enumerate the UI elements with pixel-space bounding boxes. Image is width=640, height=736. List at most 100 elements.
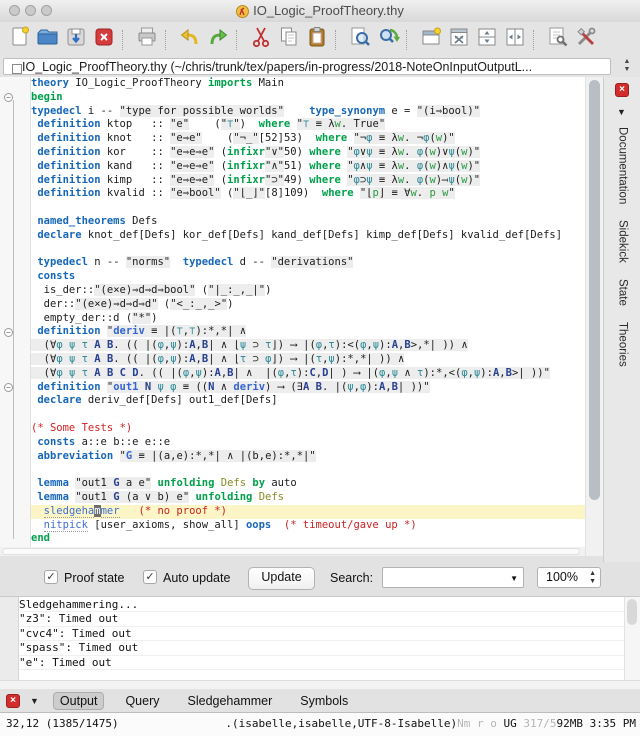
code-line[interactable]: begin xyxy=(31,91,585,105)
code-token: deriv xyxy=(113,325,145,338)
search-dropdown-arrow-icon[interactable]: ▼ xyxy=(510,574,518,583)
code-line[interactable]: der::"(e×e)⇒d⇒d⇒d" ("<_:_,_>") xyxy=(31,297,585,312)
code-line[interactable] xyxy=(31,243,585,257)
tab-sledgehammer[interactable]: Sledgehammer xyxy=(181,692,280,710)
memory-indicator[interactable]: 92MB xyxy=(557,717,584,730)
find-button[interactable] xyxy=(346,26,374,54)
code-line[interactable]: definition "deriv ≡ |(⊤,⊤):*,*| ∧ xyxy=(31,325,585,339)
new-file-button[interactable] xyxy=(6,26,34,54)
find-replace-button[interactable] xyxy=(374,26,402,54)
code-token: "∧" xyxy=(264,159,284,172)
code-line[interactable]: definition kimp :: "e⇒e⇒e" (infixr"⊃"49)… xyxy=(31,173,585,188)
buffer-switcher-stepper[interactable]: ▲ ▼ xyxy=(620,58,634,75)
code-token: der:: xyxy=(31,297,76,310)
proof-state-checkbox[interactable]: ✓ xyxy=(44,570,58,584)
code-line[interactable]: lemma "out1 G a e" unfolding Defs by aut… xyxy=(31,477,585,491)
code-line[interactable]: lemma "out1 G (a ∨ b) e" unfolding Defs xyxy=(31,490,585,505)
code-line[interactable]: named_theorems Defs xyxy=(31,215,585,229)
code-line[interactable]: definition ktop :: "e" ("⊤") where "⊤ ≡ … xyxy=(31,118,585,132)
output-scrollbar-thumb[interactable] xyxy=(627,599,637,625)
bottom-dock-menu-arrow-icon[interactable]: ▼ xyxy=(30,696,39,706)
cut-button[interactable] xyxy=(247,26,275,54)
fold-marker[interactable]: − xyxy=(4,383,13,393)
memory-indicator-dim[interactable]: 317/5 xyxy=(517,717,556,730)
global-options-button[interactable] xyxy=(572,26,600,54)
code-line[interactable]: end xyxy=(31,532,585,546)
code-token: ψ xyxy=(372,339,380,352)
zoom-stepper[interactable]: 100% ▲ ▼ xyxy=(537,567,601,588)
code-line[interactable]: (∀φ ψ τ A B. (( |(φ,ψ):A,B| ∧ ⌊ψ ⊃ τ⌋) ⟶… xyxy=(31,339,585,353)
code-line[interactable]: typedecl n -- "norms" typedecl d -- "der… xyxy=(31,256,585,270)
code-token: "e⇒e" xyxy=(170,132,202,145)
tab-symbols[interactable]: Symbols xyxy=(293,692,355,710)
new-view-button[interactable] xyxy=(417,26,445,54)
code-line[interactable] xyxy=(31,463,585,477)
dock-button-documentation[interactable]: Documentation xyxy=(617,127,629,204)
code-line[interactable]: definition knot :: "e⇒e" ("¬_"[52]53) wh… xyxy=(31,132,585,146)
code-line[interactable]: typedecl i -- "type for possible worlds"… xyxy=(31,104,585,119)
paste-button[interactable] xyxy=(303,26,331,54)
update-button[interactable]: Update xyxy=(248,567,315,590)
undo-button[interactable] xyxy=(176,26,204,54)
open-file-button[interactable] xyxy=(34,26,62,54)
code-line[interactable]: nitpick [user_axioms, show_all] oops (* … xyxy=(31,518,585,533)
bottom-dock-close-button[interactable]: × xyxy=(6,693,20,708)
code-line[interactable]: theory IO_Logic_ProofTheory imports Main xyxy=(31,77,585,91)
dock-button-state[interactable]: State xyxy=(617,279,629,306)
code-token: 49) xyxy=(283,173,310,186)
dock-menu-arrow-icon[interactable]: ▼ xyxy=(617,107,626,117)
output-dock-controls: ✓ Proof state ✓ Auto update Update Searc… xyxy=(0,562,640,596)
code-token: named_theorems xyxy=(37,214,126,227)
buffer-options-button[interactable] xyxy=(544,26,572,54)
code-line[interactable]: sledgehammer (* no proof *) xyxy=(31,504,585,519)
dock-button-theories[interactable]: Theories xyxy=(617,322,629,367)
horizontal-scrollbar-thumb[interactable] xyxy=(2,548,580,555)
close-buffer-button[interactable] xyxy=(90,26,118,54)
save-file-button[interactable] xyxy=(62,26,90,54)
code-line[interactable]: definition "out1 N ψ φ ≡ ((N ∧ deriv) ⟶ … xyxy=(31,380,585,395)
code-line[interactable] xyxy=(31,408,585,422)
copy-button[interactable] xyxy=(275,26,303,54)
vertical-scrollbar-thumb[interactable] xyxy=(588,80,600,500)
code-line[interactable]: definition kor :: "e⇒e⇒e" (infixr"∨"50) … xyxy=(31,145,585,160)
vertical-scrollbar[interactable] xyxy=(586,77,603,556)
fold-marker[interactable]: − xyxy=(4,327,13,337)
output-scrollbar[interactable] xyxy=(624,597,640,681)
code-token: 50) xyxy=(283,145,310,158)
tab-output[interactable]: Output xyxy=(52,691,105,710)
redo-button[interactable] xyxy=(204,26,232,54)
code-line[interactable]: (∀φ ψ τ A B C D. (( |(φ,ψ):A,B| ∧ |(φ,τ)… xyxy=(31,366,585,381)
code-line[interactable]: declare deriv_def[Defs] out1_def[Defs] xyxy=(31,394,585,408)
code-token: where xyxy=(309,145,341,158)
search-input[interactable]: ▼ xyxy=(382,567,524,588)
split-horizontal-button[interactable] xyxy=(473,26,501,54)
code-line[interactable]: consts a::e b::e e::e xyxy=(31,436,585,450)
code-token: "¬φ ≡ λw. ¬φ(w)" xyxy=(353,132,455,145)
buffer-options-icon xyxy=(546,25,570,54)
buffer-switcher-field[interactable]: IO_Logic_ProofTheory.thy (~/chris/trunk/… xyxy=(3,58,611,75)
buffer-switcher[interactable]: IO_Logic_ProofTheory.thy (~/chris/trunk/… xyxy=(0,57,640,77)
code-line[interactable]: definition kand :: "e⇒e⇒e" (infixr"∧"51)… xyxy=(31,159,585,174)
code-line[interactable]: abbreviation "G ≡ |(a,e):*,*| ∧ |(b,e):*… xyxy=(31,449,585,464)
tab-query[interactable]: Query xyxy=(118,692,166,710)
code-line[interactable]: consts xyxy=(31,270,585,284)
code-line[interactable] xyxy=(31,201,585,215)
dock-button-sidekick[interactable]: Sidekick xyxy=(617,220,629,263)
fold-marker[interactable]: − xyxy=(4,93,13,103)
code-line[interactable]: empty_der::d ("*") xyxy=(31,311,585,326)
code-line[interactable]: (* Some Tests *) xyxy=(31,422,585,436)
split-vertical-button[interactable] xyxy=(501,26,529,54)
dock-close-button[interactable]: × xyxy=(615,83,629,97)
code-line[interactable]: declare knot_def[Defs] kor_def[Defs] kan… xyxy=(31,229,585,243)
code-token: w xyxy=(442,187,449,200)
print-button[interactable] xyxy=(133,26,161,54)
code-line[interactable]: (∀φ ψ τ A B. (( |(φ,ψ):A,B| ∧ ⌊τ ⊃ φ⌋) ⟶… xyxy=(31,352,585,367)
code-line[interactable]: definition kvalid :: "e⇒bool" ("⌊_⌋"[8]1… xyxy=(31,187,585,201)
output-panel[interactable]: Sledgehammering... "z3": Timed out "cvc4":… xyxy=(0,596,640,681)
horizontal-scrollbar[interactable] xyxy=(0,547,585,556)
zoom-stepper-arrows-icon[interactable]: ▲ ▼ xyxy=(589,570,596,586)
unsplit-button[interactable] xyxy=(445,26,473,54)
editor[interactable]: theory IO_Logic_ProofTheory imports Main… xyxy=(31,77,585,547)
code-line[interactable]: is_der::"(e×e)⇒d⇒d⇒bool" ("|_:_,_|") xyxy=(31,283,585,298)
auto-update-checkbox[interactable]: ✓ xyxy=(143,570,157,584)
